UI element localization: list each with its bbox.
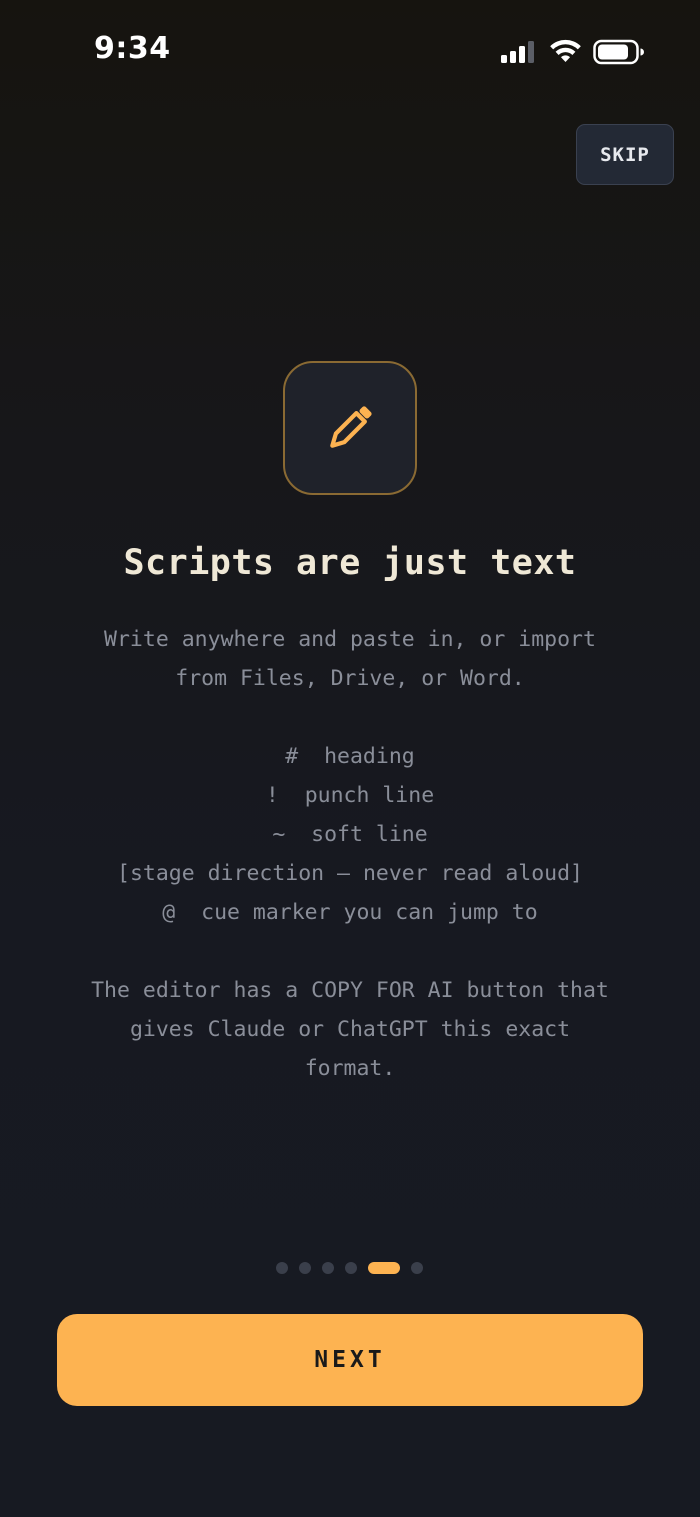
syntax-line-soft: ~ soft line bbox=[272, 822, 428, 847]
page-indicator bbox=[276, 1262, 423, 1274]
intro-line: from Files, Drive, or Word. bbox=[175, 666, 525, 691]
page-dot bbox=[411, 1262, 423, 1274]
status-time: 9:34 bbox=[94, 31, 171, 66]
status-bar: 9:34 bbox=[0, 0, 700, 100]
syntax-line-cue: @ cue marker you can jump to bbox=[162, 900, 538, 925]
syntax-line-stage-direction: [stage direction — never read aloud] bbox=[117, 861, 583, 886]
page-dot bbox=[322, 1262, 334, 1274]
page-dot bbox=[299, 1262, 311, 1274]
pencil-icon bbox=[326, 404, 374, 452]
outro-line: format. bbox=[304, 1056, 396, 1081]
page-title: Scripts are just text bbox=[123, 543, 577, 583]
description: Write anywhere and paste in, or import f… bbox=[40, 620, 660, 1088]
page-dot bbox=[345, 1262, 357, 1274]
intro-line: Write anywhere and paste in, or import bbox=[104, 627, 596, 652]
skip-button[interactable]: SKIP bbox=[576, 124, 674, 185]
page-dot bbox=[276, 1262, 288, 1274]
syntax-line-punch: ! punch line bbox=[265, 783, 435, 808]
cellular-signal-icon bbox=[501, 40, 537, 64]
outro-line: gives Claude or ChatGPT this exact bbox=[129, 1017, 571, 1042]
syntax-line-heading: # heading bbox=[285, 744, 415, 769]
next-button[interactable]: NEXT bbox=[57, 1314, 643, 1406]
hero-icon-tile bbox=[283, 361, 417, 495]
wifi-icon bbox=[549, 38, 582, 64]
outro-line: The editor has a COPY FOR AI button that bbox=[91, 978, 609, 1003]
page-dot-active bbox=[368, 1262, 400, 1274]
battery-icon bbox=[593, 39, 645, 65]
